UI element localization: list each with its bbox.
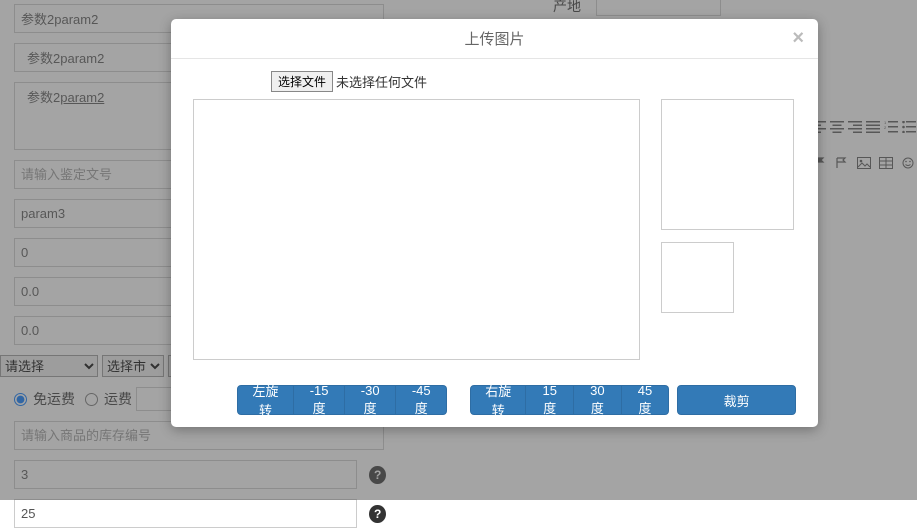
modal-body: 选择文件 未选择任何文件 — [171, 59, 818, 373]
choose-file-button[interactable]: 选择文件 — [271, 71, 333, 92]
preview-large — [661, 99, 794, 230]
rotate-p15-button[interactable]: 15度 — [526, 385, 574, 415]
help-icon[interactable]: ? — [369, 505, 386, 523]
modal-footer: 左旋转 -15度 -30度 -45度 右旋转 15度 30度 45度 裁剪 — [171, 373, 818, 427]
crop-canvas[interactable] — [193, 99, 640, 360]
qty-input-2[interactable] — [14, 499, 357, 528]
close-icon[interactable]: × — [792, 28, 804, 48]
file-status-text: 未选择任何文件 — [336, 72, 427, 91]
upload-image-modal: 上传图片 × 选择文件 未选择任何文件 左旋转 -15度 -30度 -45度 右… — [171, 19, 818, 427]
modal-title: 上传图片 — [464, 28, 524, 49]
rotate-m15-button[interactable]: -15度 — [294, 385, 345, 415]
rotate-m30-button[interactable]: -30度 — [345, 385, 396, 415]
crop-button[interactable]: 裁剪 — [677, 385, 796, 415]
rotate-right-button[interactable]: 右旋转 — [470, 385, 526, 415]
rotate-p45-button[interactable]: 45度 — [622, 385, 670, 415]
preview-small — [661, 242, 734, 313]
rotate-left-button[interactable]: 左旋转 — [237, 385, 294, 415]
rotate-m45-button[interactable]: -45度 — [396, 385, 447, 415]
rotate-right-group: 右旋转 15度 30度 45度 — [470, 385, 669, 415]
modal-header: 上传图片 × — [171, 19, 818, 59]
rotate-left-group: 左旋转 -15度 -30度 -45度 — [237, 385, 447, 415]
rotate-p30-button[interactable]: 30度 — [574, 385, 622, 415]
